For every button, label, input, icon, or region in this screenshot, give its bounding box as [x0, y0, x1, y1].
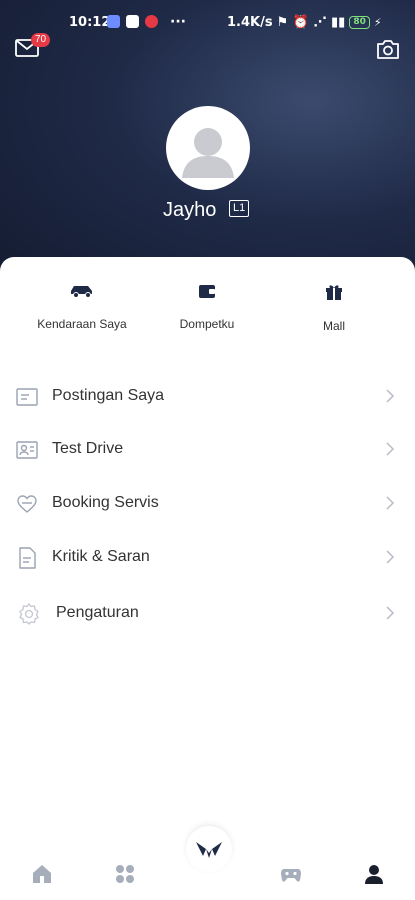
default-avatar-icon	[182, 128, 234, 178]
chevron-right-icon	[386, 442, 395, 456]
quick-action-label: Mall	[322, 319, 345, 333]
menu-item-kritik-saran[interactable]: Kritik & Saran	[0, 538, 415, 578]
chevron-right-icon	[386, 389, 395, 403]
notification-app-icon	[126, 15, 139, 28]
post-icon	[16, 388, 38, 406]
menu-item-pengaturan[interactable]: Pengaturan	[0, 594, 415, 634]
quick-action-kendaraan[interactable]: Kendaraan Saya	[22, 283, 142, 331]
charging-icon: ⚡	[373, 16, 382, 29]
avatar[interactable]	[166, 106, 250, 190]
chevron-right-icon	[386, 550, 395, 564]
notification-app-icon	[145, 15, 158, 28]
status-more: ···	[170, 14, 186, 30]
menu-item-label: Booking Servis	[52, 494, 159, 511]
gamepad-icon[interactable]	[279, 862, 303, 886]
brand-home-button[interactable]	[186, 826, 232, 872]
status-notifications	[107, 15, 158, 28]
menu-item-label: Postingan Saya	[52, 387, 165, 404]
gift-icon	[326, 285, 342, 300]
content-card	[0, 257, 415, 900]
quick-action-dompetku[interactable]: Dompetku	[147, 283, 267, 331]
status-net-speed: 1.4K/s	[227, 15, 273, 30]
brand-logo-icon	[196, 842, 222, 858]
status-bar: 10:12 ··· 1.4K/s ⚑ ⏰ ⋰ ▮▮ 80 ⚡	[0, 14, 415, 34]
settings-icon	[19, 603, 39, 625]
menu-item-label: Kritik & Saran	[52, 548, 150, 565]
profile-icon[interactable]	[362, 862, 386, 886]
status-right: 1.4K/s ⚑ ⏰ ⋰ ▮▮ 80 ⚡	[227, 15, 382, 30]
menu-item-label: Pengaturan	[56, 604, 139, 621]
notification-app-icon	[107, 15, 120, 28]
menu-item-booking-servis[interactable]: Booking Servis	[0, 484, 415, 524]
chevron-right-icon	[386, 606, 395, 620]
camera-icon[interactable]	[376, 38, 400, 60]
quick-action-label: Kendaraan Saya	[37, 317, 127, 331]
username: Jayho	[163, 199, 217, 221]
level-badge: L1	[229, 200, 250, 217]
apps-icon[interactable]	[113, 862, 137, 886]
menu-item-label: Test Drive	[52, 440, 124, 457]
car-icon	[71, 286, 92, 298]
id-card-icon	[16, 441, 38, 459]
wallet-icon	[199, 285, 215, 298]
message-count-badge: 70	[31, 33, 51, 47]
status-icons: ⚑ ⏰ ⋰ ▮▮	[276, 15, 346, 30]
quick-action-mall[interactable]: Mall	[274, 283, 394, 333]
menu-item-test-drive[interactable]: Test Drive	[0, 430, 415, 470]
battery-icon: 80	[349, 16, 370, 29]
home-icon[interactable]	[30, 862, 54, 886]
menu-item-postingan[interactable]: Postingan Saya	[0, 377, 415, 417]
chevron-right-icon	[386, 496, 395, 510]
status-time: 10:12	[69, 15, 111, 30]
document-icon	[19, 547, 36, 569]
quick-action-label: Dompetku	[179, 317, 235, 331]
service-icon	[17, 495, 37, 513]
